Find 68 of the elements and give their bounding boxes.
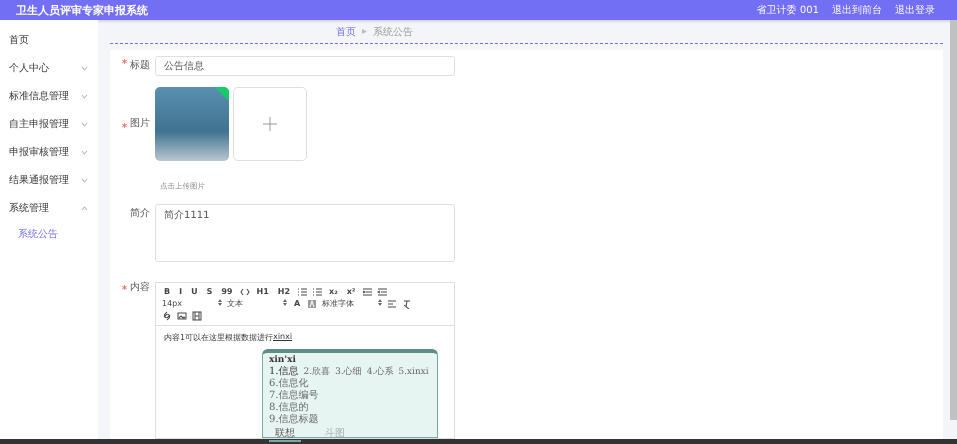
breadcrumb-item: 系统公告 [373, 26, 413, 38]
sidebar-label: 自主申报管理 [9, 118, 69, 131]
format-select[interactable]: 标准字体 [322, 299, 382, 309]
image-icon[interactable] [177, 311, 187, 321]
sidebar-label: 申报审核管理 [9, 146, 69, 159]
film-icon[interactable] [192, 311, 202, 321]
app-title: 卫生人员评审专家申报系统 [16, 2, 149, 18]
sidebar-label: 系统管理 [9, 202, 49, 215]
outdent-icon[interactable] [377, 287, 388, 297]
header-link[interactable]: 退出登录 [895, 3, 935, 17]
title-field[interactable]: 公告信息 [155, 56, 455, 76]
plus-icon [263, 117, 277, 131]
breadcrumb-separator-icon [362, 29, 367, 34]
numbered-list-icon[interactable] [297, 287, 308, 297]
sidebar-label: 个人中心 [9, 62, 49, 75]
ime-candidate[interactable]: 8.信息的 [269, 402, 431, 414]
format-button[interactable]: S [204, 287, 214, 297]
sidebar-item[interactable]: 标准信息管理 [0, 82, 98, 110]
ime-candidate[interactable]: 5.xinxi [398, 366, 429, 378]
sidebar-item[interactable]: 自主申报管理 [0, 110, 98, 138]
field-label: 内容 [110, 282, 155, 294]
select-arrow-icon [378, 299, 382, 306]
field-label: 标题 [110, 56, 155, 76]
code-icon[interactable] [240, 287, 250, 297]
format-button[interactable]: 99 [219, 287, 234, 297]
format-button[interactable]: H2 [276, 287, 292, 297]
sidebar-item[interactable]: 个人中心 [0, 54, 98, 82]
align-icon[interactable] [387, 299, 398, 309]
format-select[interactable]: 14px [162, 299, 222, 309]
format-button[interactable]: A [292, 299, 302, 309]
select-arrow-icon [283, 299, 287, 306]
format-button[interactable]: x² [344, 287, 358, 297]
ime-candidate[interactable]: 9.信息标题 [269, 414, 431, 426]
bullet-list-icon[interactable] [312, 287, 322, 297]
format-button[interactable]: H1 [254, 287, 271, 297]
header-link[interactable]: 退出到前台 [832, 3, 882, 17]
sidebar-item[interactable]: 首页 [0, 26, 98, 54]
link-icon[interactable] [162, 311, 172, 321]
format-select[interactable]: 文本 [227, 299, 287, 309]
ime-candidate[interactable]: 6.信息化 [269, 378, 431, 390]
sidebar-subitem[interactable]: 系统公告 [0, 222, 98, 246]
editor-text: 内容1可以在这里根据数据进行xinxi [163, 331, 294, 344]
sidebar-item[interactable]: 结果通报管理 [0, 166, 98, 194]
photo-placeholder[interactable] [155, 87, 229, 161]
select-arrow-icon [218, 299, 222, 306]
ime-candidate[interactable]: 4.心系 [366, 366, 394, 378]
format-button[interactable]: I [177, 287, 184, 297]
breadcrumb-item[interactable]: 首页 [336, 24, 356, 38]
ime-pinyin: xin'xi [269, 355, 297, 366]
field-label: 图片 [110, 87, 155, 161]
field-label: 简介 [129, 207, 151, 221]
clear-format-icon[interactable] [402, 299, 412, 309]
format-button[interactable]: U [189, 287, 200, 297]
sidebar-label: 标准信息管理 [9, 90, 69, 103]
sidebar-label: 首页 [9, 34, 29, 47]
sidebar-label: 结果通报管理 [9, 174, 69, 187]
ime-candidate[interactable]: 2.欣喜 [304, 366, 330, 378]
ime-candidate[interactable]: 7.信息编号 [269, 390, 431, 402]
format-button[interactable]: x₂ [327, 287, 340, 297]
scrollbar[interactable] [950, 20, 957, 420]
sidebar-item[interactable]: 申报审核管理 [0, 138, 98, 166]
header-link[interactable]: 省卫计委 001 [756, 3, 819, 17]
indent-icon[interactable] [362, 287, 372, 297]
ime-candidate[interactable]: 1.信息 [269, 366, 299, 378]
intro-field[interactable]: 简介1111 [155, 204, 455, 262]
format-button[interactable]: B [162, 287, 172, 297]
sidebar-item[interactable]: 系统管理 [0, 194, 98, 222]
ime-candidate[interactable]: 3.心细 [335, 366, 362, 378]
